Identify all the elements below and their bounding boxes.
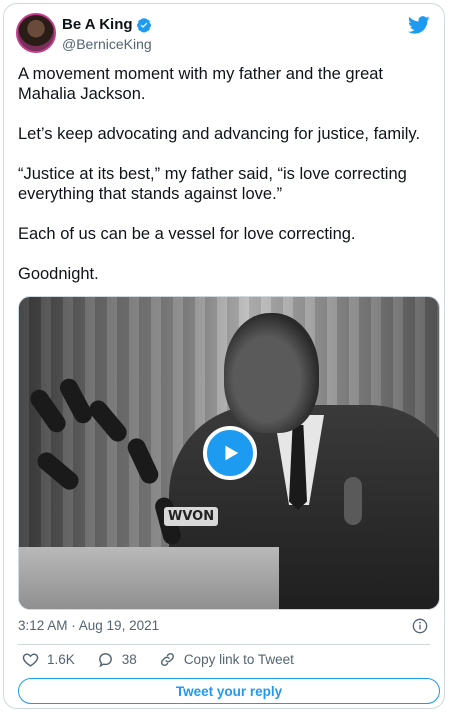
like-count: 1.6K <box>47 652 75 667</box>
tweet-paragraph: Goodnight. <box>18 265 99 283</box>
play-button[interactable] <box>203 426 257 480</box>
heart-icon <box>22 653 39 667</box>
profile-avatar[interactable] <box>16 13 56 53</box>
like-button[interactable]: 1.6K <box>22 651 75 668</box>
divider <box>18 644 430 645</box>
tweet-text: A movement moment with my father and the… <box>18 64 438 304</box>
tweet-card: Be A King @BerniceKing A movement moment… <box>3 3 445 709</box>
reply-count-button[interactable]: 38 <box>97 651 137 668</box>
play-icon <box>225 445 239 461</box>
video-player[interactable]: WVON <box>18 296 440 610</box>
microphone-sign: WVON <box>164 507 219 526</box>
tweet-paragraph: Let’s keep advocating and advancing for … <box>18 125 421 143</box>
tweet-timestamp[interactable]: 3:12 AM · Aug 19, 2021 <box>18 618 159 633</box>
author-display-name[interactable]: Be A King <box>62 16 133 33</box>
speaker-head <box>224 313 319 433</box>
tweet-paragraph: “Justice at its best,” my father said, “… <box>18 165 407 203</box>
tweet-paragraph: A movement moment with my father and the… <box>18 65 384 103</box>
author-name-row: Be A King <box>62 16 152 33</box>
link-icon <box>160 653 174 666</box>
copy-link-label: Copy link to Tweet <box>183 652 294 667</box>
tweet-paragraph: Each of us can be a vessel for love corr… <box>18 225 356 243</box>
tweet-actions: 1.6K 38 Copy link to Tweet <box>22 651 316 668</box>
podium <box>19 547 279 609</box>
reply-count: 38 <box>121 652 137 667</box>
copy-link-button[interactable]: Copy link to Tweet <box>159 651 294 668</box>
verified-badge-icon <box>136 17 151 32</box>
tweet-your-reply-button[interactable]: Tweet your reply <box>18 678 440 704</box>
comment-icon <box>98 653 112 668</box>
twitter-bird-icon[interactable] <box>408 16 430 34</box>
info-icon[interactable] <box>412 618 428 634</box>
author-handle[interactable]: @BerniceKing <box>62 36 152 52</box>
